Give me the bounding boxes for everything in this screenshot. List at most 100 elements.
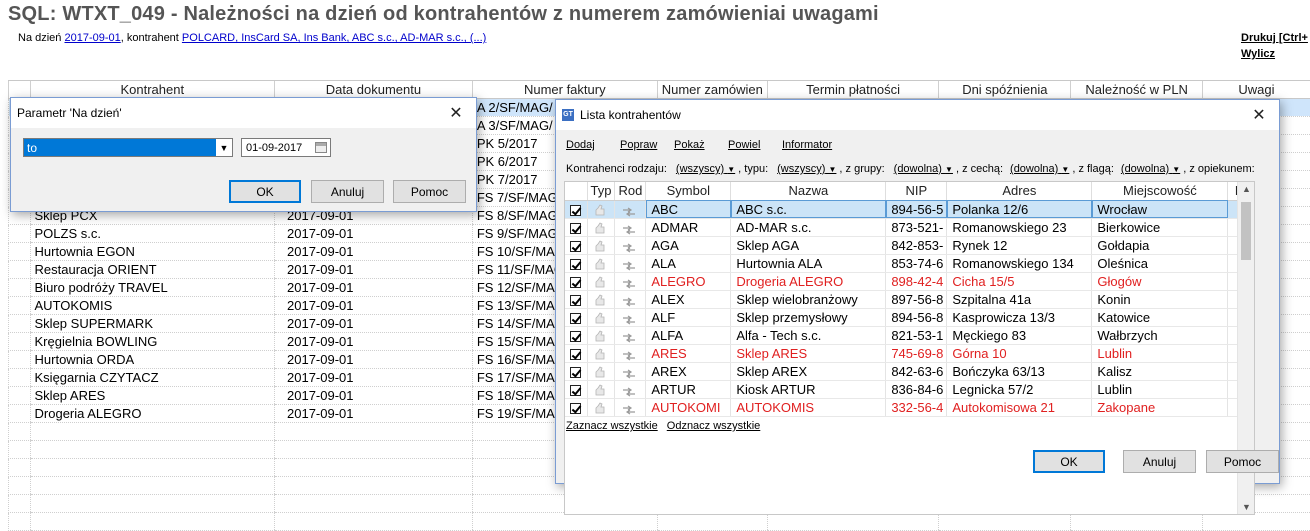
list-item[interactable]: AUTOKOMIAUTOKOMIS332-56-4Autokomisowa 21… [565, 398, 1250, 416]
list-help-button[interactable]: Pomoc [1206, 450, 1279, 473]
date-link[interactable]: 2017-09-01 [64, 32, 120, 44]
param-date-field[interactable]: 01-09-2017 [241, 138, 331, 157]
scroll-thumb[interactable] [1241, 202, 1251, 260]
close-icon[interactable]: ✕ [1239, 100, 1279, 130]
checkbox-checked-icon[interactable] [570, 223, 581, 234]
grid-header-adres[interactable]: Adres [947, 182, 1092, 200]
checkbox-checked-icon[interactable] [570, 295, 581, 306]
cell-data [275, 495, 473, 513]
cell-symbol: AGA [646, 236, 731, 254]
row-checkbox[interactable] [565, 362, 587, 380]
filter-flag-select[interactable]: (dowolna) ▼ [1121, 163, 1180, 175]
contractor-link[interactable]: POLCARD, InsCard SA, Ins Bank, ABC s.c.,… [182, 32, 486, 44]
cell-kontrahent: Sklep ARES [30, 387, 275, 405]
filter-group-label: , z grupy: [839, 163, 884, 175]
checkbox-checked-icon[interactable] [570, 241, 581, 252]
edit-button[interactable]: Popraw [620, 139, 657, 151]
parameters-line: Na dzień 2017-09-01, kontrahent POLCARD,… [18, 32, 486, 44]
row-checkbox[interactable] [565, 290, 587, 308]
filter-feature-select[interactable]: (dowolna) ▼ [1010, 163, 1069, 175]
report-header-3[interactable]: Numer zamówien [657, 81, 767, 99]
list-item[interactable]: ARTURKiosk ARTUR836-84-6Legnicka 57/2Lub… [565, 380, 1250, 398]
checkbox-checked-icon[interactable] [570, 313, 581, 324]
report-header-5[interactable]: Dni spóźnienia [939, 81, 1071, 99]
row-checkbox[interactable] [565, 398, 587, 416]
scroll-up-icon[interactable]: ▲ [1238, 184, 1255, 194]
exchange-arrows-icon [622, 403, 636, 413]
cell-nazwa: Sklep AREX [731, 362, 886, 380]
list-item[interactable]: ARESSklep ARES745-69-8Górna 10Lublin [565, 344, 1250, 362]
list-item[interactable]: ALEGRODrogeria ALEGRO898-42-4Cicha 15/5G… [565, 272, 1250, 290]
report-header-0[interactable]: Kontrahent [30, 81, 275, 99]
grid-header-typ[interactable]: Typ [587, 182, 615, 200]
checkbox-checked-icon[interactable] [570, 349, 581, 360]
row-checkbox[interactable] [565, 272, 587, 290]
param-operator-select[interactable]: to ▼ [23, 138, 233, 157]
filter-type-select[interactable]: (wszyscy) ▼ [777, 163, 836, 175]
checkbox-checked-icon[interactable] [570, 367, 581, 378]
cell-data: 2017-09-01 [275, 297, 473, 315]
param-ok-button[interactable]: OK [229, 180, 301, 203]
report-header-4[interactable]: Termin płatności [767, 81, 938, 99]
report-header-1[interactable]: Data dokumentu [275, 81, 473, 99]
row-checkbox[interactable] [565, 380, 587, 398]
list-item[interactable]: ALAHurtownia ALA853-74-6Romanowskiego 13… [565, 254, 1250, 272]
list-item[interactable]: AREXSklep AREX842-63-6Bończyka 63/13Kali… [565, 362, 1250, 380]
grid-header-nazwa[interactable]: Nazwa [731, 182, 886, 200]
calculate-link[interactable]: Wylicz [1241, 48, 1275, 60]
param-help-button[interactable]: Pomoc [393, 180, 466, 203]
show-button[interactable]: Pokaż [674, 139, 705, 151]
list-item[interactable]: ALEXSklep wielobranżowy897-56-8Szpitalna… [565, 290, 1250, 308]
grid-header-rod[interactable]: Rod [615, 182, 646, 200]
row-checkbox[interactable] [565, 254, 587, 272]
filter-type-value: (wszyscy) [777, 163, 825, 175]
close-icon[interactable]: ✕ [436, 98, 476, 128]
select-all-link[interactable]: Zaznacz wszystkie [566, 420, 658, 432]
chevron-down-icon[interactable]: ▼ [216, 139, 232, 156]
grid-header-symbol[interactable]: Symbol [646, 182, 731, 200]
date-label: Na dzień [18, 32, 61, 44]
list-item[interactable]: ALFAAlfa - Tech s.c.821-53-1Męckiego 83W… [565, 326, 1250, 344]
cell-nip: 745-69-8 [886, 344, 947, 362]
grid-header-miejscowosc[interactable]: Miejscowość [1092, 182, 1228, 200]
add-button[interactable]: Dodaj [566, 139, 595, 151]
param-cancel-button[interactable]: Anuluj [311, 180, 384, 203]
page-title: SQL: WTXT_049 - Należności na dzień od k… [8, 3, 879, 26]
checkbox-checked-icon[interactable] [570, 277, 581, 288]
print-link[interactable]: Drukuj [Ctrl+ [1241, 32, 1308, 44]
row-marker [9, 423, 31, 441]
checkbox-checked-icon[interactable] [570, 259, 581, 270]
report-header-7[interactable]: Uwagi [1202, 81, 1310, 99]
list-item[interactable]: ALFSklep przemysłowy894-56-8Kasprowicza … [565, 308, 1250, 326]
scroll-down-icon[interactable]: ▼ [1238, 502, 1255, 512]
row-checkbox[interactable] [565, 326, 587, 344]
duplicate-button[interactable]: Powiel [728, 139, 760, 151]
row-checkbox[interactable] [565, 200, 587, 218]
filter-group-select[interactable]: (dowolna) ▼ [894, 163, 953, 175]
row-checkbox[interactable] [565, 236, 587, 254]
row-checkbox[interactable] [565, 218, 587, 236]
row-checkbox[interactable] [565, 344, 587, 362]
filter-flag-value: (dowolna) [1121, 163, 1169, 175]
deselect-all-link[interactable]: Odznacz wszystkie [667, 420, 761, 432]
calendar-icon[interactable] [315, 142, 327, 153]
checkbox-checked-icon[interactable] [570, 403, 581, 414]
cell-empty [657, 513, 767, 531]
cell-rod [615, 290, 646, 308]
list-item[interactable]: ADMARAD-MAR s.c.873-521-Romanowskiego 23… [565, 218, 1250, 236]
checkbox-checked-icon[interactable] [570, 331, 581, 342]
report-header-6[interactable]: Należność w PLN [1071, 81, 1203, 99]
row-checkbox[interactable] [565, 308, 587, 326]
list-cancel-button[interactable]: Anuluj [1123, 450, 1196, 473]
list-item[interactable]: AGASklep AGA842-853-Rynek 12Gołdapia [565, 236, 1250, 254]
checkbox-checked-icon[interactable] [570, 385, 581, 396]
grid-header-nip[interactable]: NIP [886, 182, 947, 200]
report-row[interactable] [9, 513, 1310, 531]
list-item[interactable]: ABCABC s.c.894-56-5Polanka 12/6Wrocław [565, 200, 1250, 218]
informator-button[interactable]: Informator [782, 139, 832, 151]
checkbox-checked-icon[interactable] [570, 205, 581, 216]
list-ok-button[interactable]: OK [1033, 450, 1105, 473]
filter-kind-select[interactable]: (wszyscy) ▼ [676, 163, 735, 175]
grid-header-check[interactable] [565, 182, 587, 200]
report-header-2[interactable]: Numer faktury [472, 81, 657, 99]
